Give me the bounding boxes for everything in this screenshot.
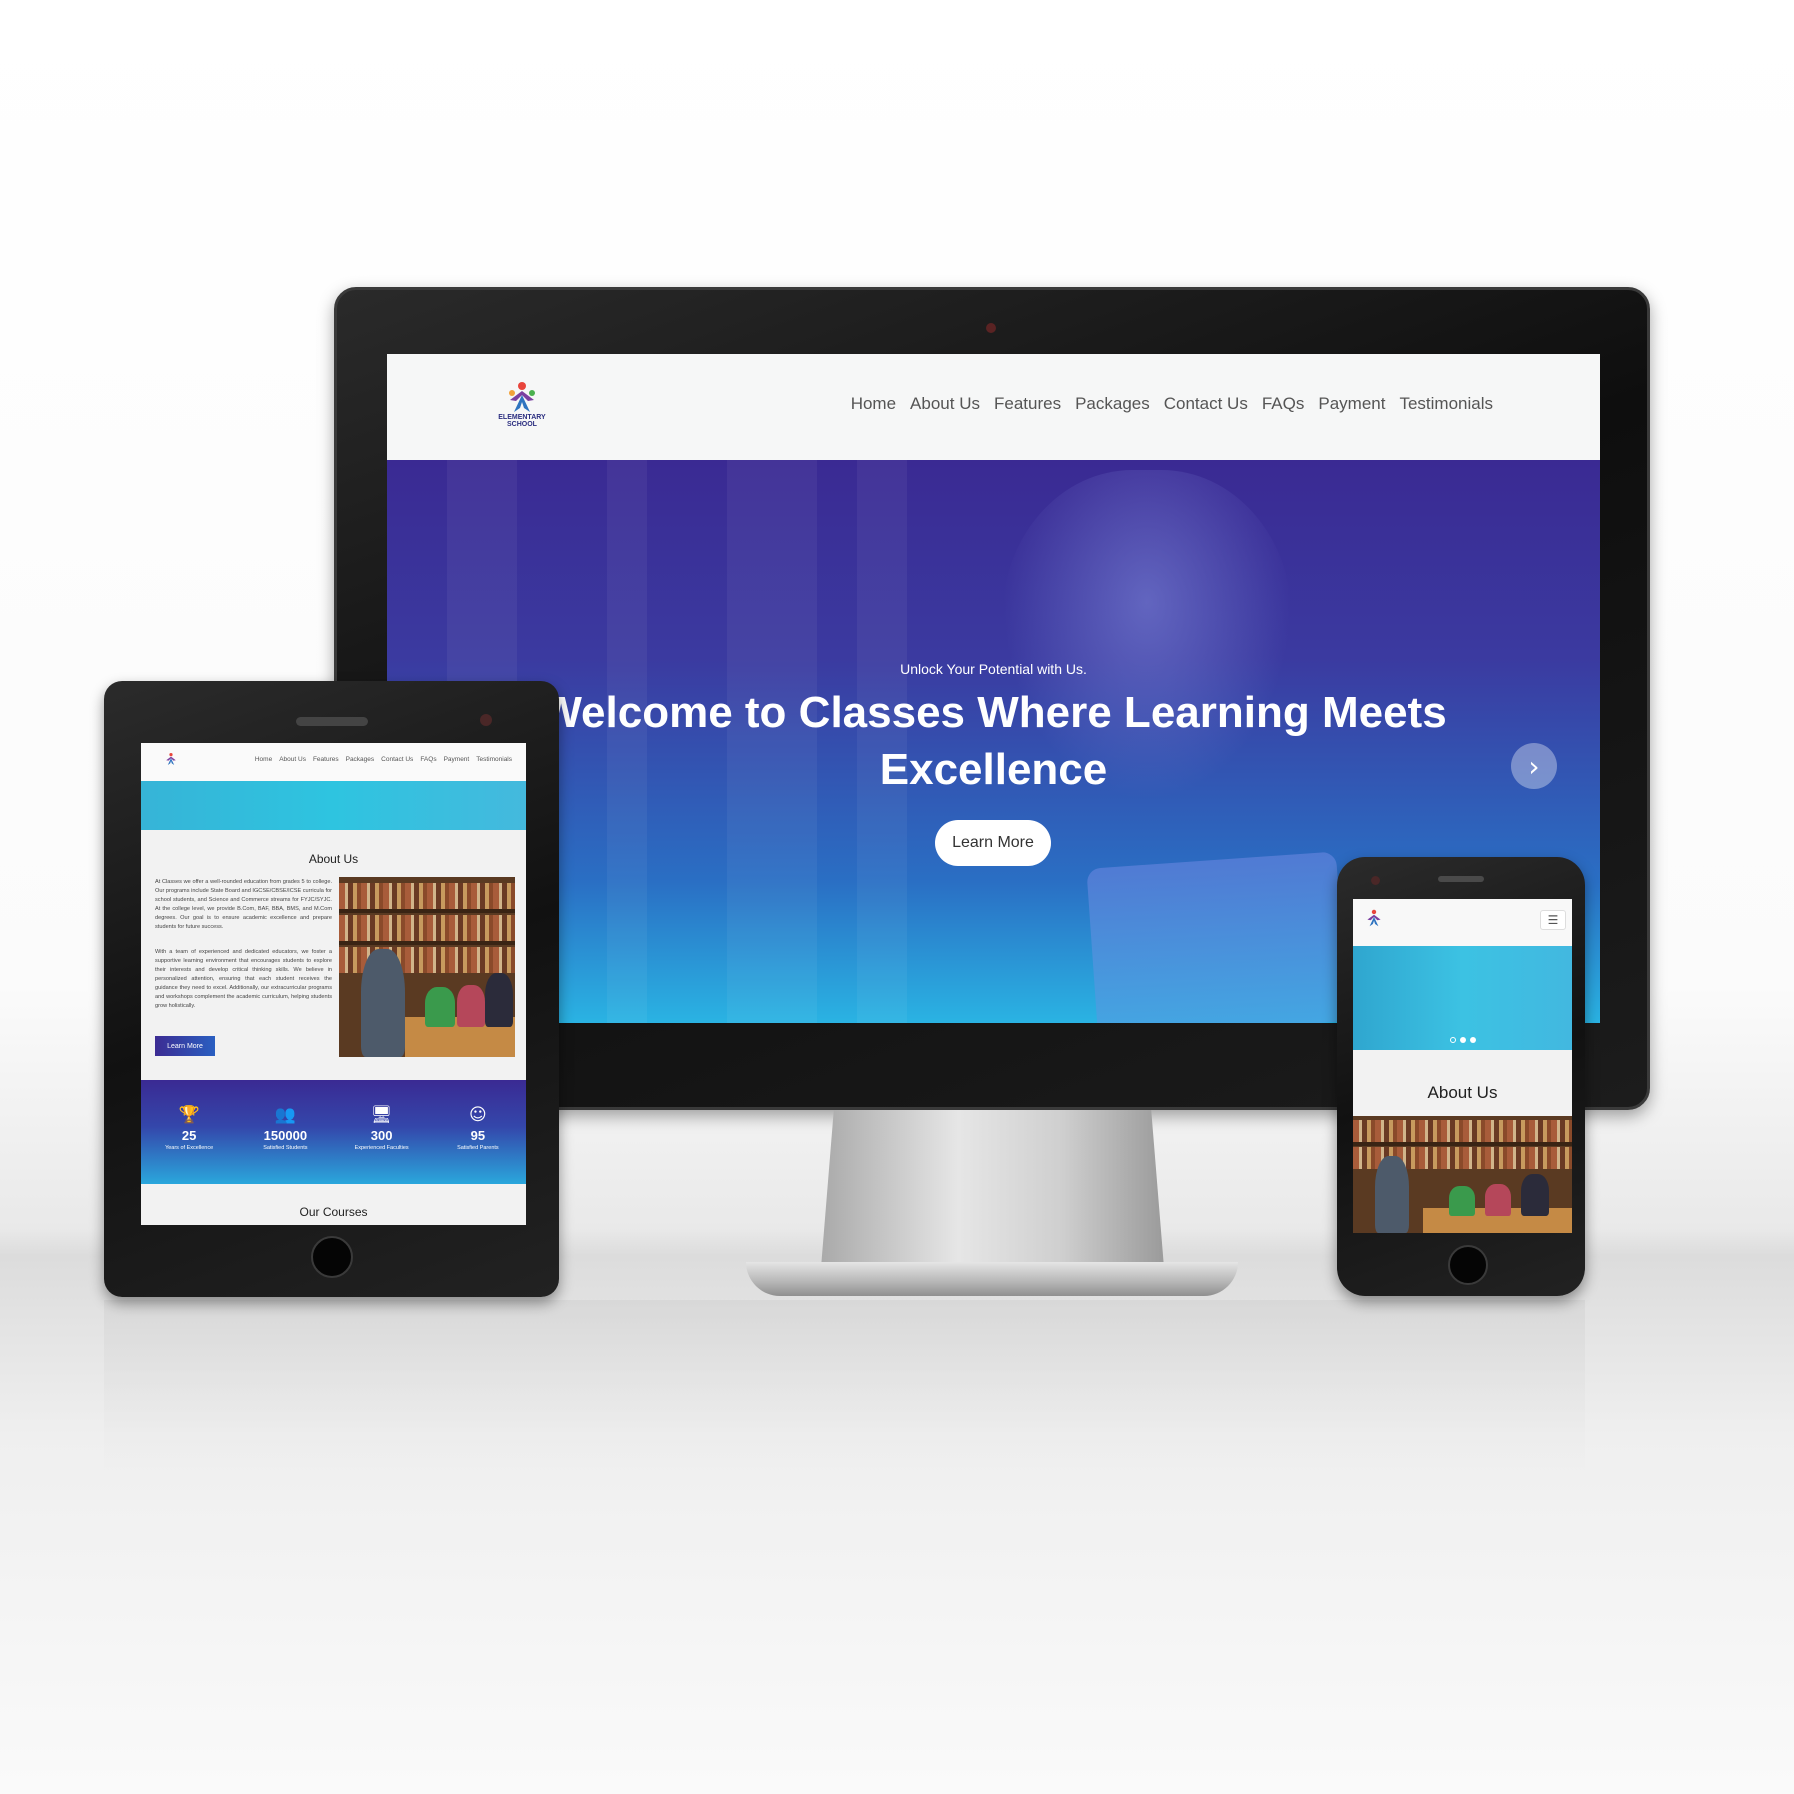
stat-parents: ☺ 95 Satisfied Parents: [430, 1080, 526, 1184]
stat-value: 25: [181, 1128, 197, 1143]
photo-student: [457, 985, 485, 1027]
tablet-site: Home About Us Features Packages Contact …: [141, 743, 526, 1225]
phone-home-button: [1448, 1245, 1488, 1285]
tablet-logo-icon[interactable]: [163, 749, 179, 769]
stat-value: 95: [470, 1128, 486, 1143]
mobile-site: ☰ About Us: [1353, 899, 1572, 1233]
monitor-stand: [820, 1110, 1165, 1280]
photo-shelf: [339, 909, 515, 913]
tablet-header: Home About Us Features Packages Contact …: [141, 743, 526, 781]
tablet-home-button: [311, 1236, 353, 1278]
photo-student: [1375, 1156, 1409, 1233]
stat-label: Years of Excellence: [165, 1145, 214, 1151]
tablet-courses-title: Our Courses: [299, 1205, 368, 1219]
desk-reflection: [104, 1300, 1585, 1480]
main-nav: Home About Us Features Packages Contact …: [851, 394, 1493, 414]
photo-student: [1521, 1174, 1549, 1216]
nav-about-us[interactable]: About Us: [910, 394, 980, 414]
tablet-camera: [480, 714, 492, 726]
tablet-nav-testimonials[interactable]: Testimonials: [476, 756, 512, 763]
logo-text-line2: SCHOOL: [507, 421, 537, 428]
tablet-stats-band: 🏆 25 Years of Excellence 👥 150000 Satisf…: [141, 1080, 526, 1184]
tablet-nav-packages[interactable]: Packages: [346, 756, 375, 763]
monitor-camera: [986, 323, 996, 333]
tablet-about-learn-more-button[interactable]: Learn More: [155, 1036, 215, 1056]
tablet-about-paragraph-2: With a team of experienced and dedicated…: [155, 949, 332, 1009]
tablet-nav-about-us[interactable]: About Us: [279, 756, 306, 763]
slider-next-arrow-icon[interactable]: ›: [1511, 743, 1557, 789]
tablet-nav-payment[interactable]: Payment: [444, 756, 470, 763]
photo-shelf: [1353, 1142, 1572, 1146]
tablet-nav-home[interactable]: Home: [255, 756, 272, 763]
tablet-nav: Home About Us Features Packages Contact …: [255, 756, 512, 763]
stat-value: 150000: [263, 1128, 308, 1143]
tablet-nav-faqs[interactable]: FAQs: [420, 756, 436, 763]
photo-student: [1485, 1184, 1511, 1216]
nav-packages[interactable]: Packages: [1075, 394, 1150, 414]
photo-bookshelf: [339, 883, 515, 909]
mobile-hero-banner: [1353, 946, 1572, 1050]
trophy-icon: 🏆: [178, 1105, 200, 1125]
slider-dot[interactable]: [1459, 1037, 1466, 1043]
hero-title: Welcome to Classes Where Learning Meets …: [507, 684, 1480, 798]
nav-contact-us[interactable]: Contact Us: [1164, 394, 1248, 414]
stat-faculties: 🖥 300 Experienced Faculties: [334, 1080, 430, 1184]
logo-text-line1: ELEMENTARY: [498, 413, 546, 421]
photo-student: [485, 973, 513, 1027]
photo-student: [425, 987, 455, 1027]
photo-bookshelf: [1353, 1120, 1572, 1142]
nav-features[interactable]: Features: [994, 394, 1061, 414]
stat-label: Satisfied Students: [263, 1145, 308, 1151]
photo-student: [361, 949, 405, 1057]
tablet-nav-features[interactable]: Features: [313, 756, 339, 763]
hero-subtitle: Unlock Your Potential with Us.: [900, 661, 1087, 677]
logo-figures-icon: [509, 381, 535, 412]
photo-student: [1449, 1186, 1475, 1216]
mobile-header: ☰: [1353, 899, 1572, 946]
stat-students: 👥 150000 Satisfied Students: [237, 1080, 333, 1184]
tablet-speaker: [296, 717, 368, 726]
stat-label: Satisfied Parents: [457, 1145, 499, 1151]
nav-testimonials[interactable]: Testimonials: [1399, 394, 1493, 414]
slider-dot[interactable]: [1469, 1037, 1476, 1043]
mobile-about-title: About Us: [1427, 1083, 1498, 1102]
stat-years: 🏆 25 Years of Excellence: [141, 1080, 237, 1184]
hero-photo-book: [1086, 851, 1348, 1023]
stat-label: Experienced Faculties: [354, 1145, 409, 1151]
monitor-stand-base: [746, 1262, 1238, 1296]
hero-learn-more-button[interactable]: Learn More: [935, 820, 1051, 866]
nav-payment[interactable]: Payment: [1318, 394, 1385, 414]
nav-faqs[interactable]: FAQs: [1262, 394, 1305, 414]
hero-title-line1: Welcome to Classes Where Learning Meets: [540, 688, 1447, 737]
tablet-hero-banner: [141, 781, 526, 830]
photo-shelf: [339, 941, 515, 945]
slider-dots: [1353, 1037, 1572, 1043]
slider-dot[interactable]: [1449, 1037, 1456, 1043]
tablet-about-title: About Us: [308, 852, 359, 866]
tablet-about-photo: [339, 877, 515, 1057]
tablet-nav-contact-us[interactable]: Contact Us: [381, 756, 413, 763]
mobile-about-photo: [1353, 1116, 1572, 1233]
phone-speaker: [1438, 876, 1484, 882]
users-icon: 👥: [274, 1105, 296, 1125]
tablet-about-paragraph-1: At Classes we offer a well-rounded educa…: [155, 879, 332, 930]
smile-icon: ☺: [469, 1105, 487, 1125]
mobile-logo-icon[interactable]: [1363, 905, 1385, 931]
teacher-icon: 🖥: [370, 1105, 393, 1125]
hero-title-line2: Excellence: [879, 745, 1108, 794]
nav-home[interactable]: Home: [851, 394, 896, 414]
site-header: ELEMENTARY SCHOOL Home About Us Features…: [387, 354, 1600, 460]
photo-bookshelf: [339, 915, 515, 941]
hamburger-menu-icon[interactable]: ☰: [1540, 910, 1566, 930]
site-logo[interactable]: ELEMENTARY SCHOOL: [489, 369, 555, 439]
stat-value: 300: [370, 1128, 393, 1143]
phone-camera: [1371, 876, 1380, 885]
